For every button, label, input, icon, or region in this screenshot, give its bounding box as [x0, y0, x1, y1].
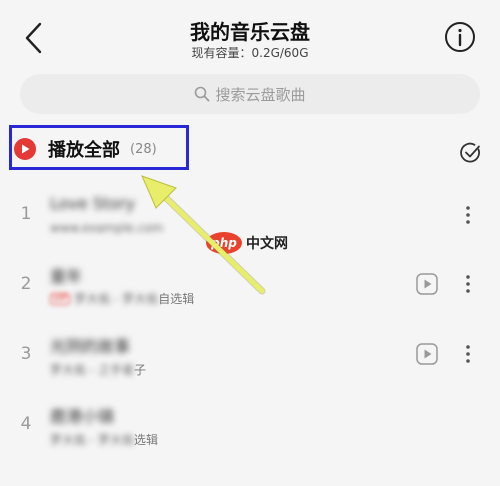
more-options-button[interactable] — [461, 342, 475, 366]
page-title: 我的音乐云盘 — [190, 20, 310, 44]
song-title[interactable]: 鹿港小镇 — [50, 403, 114, 427]
watermark: php 中文网 — [206, 232, 288, 254]
more-options-button[interactable] — [461, 272, 475, 296]
song-subtitle: 罗大佑 - 之乎者 子 — [50, 363, 146, 377]
check-circle-icon — [460, 142, 480, 163]
php-logo: php — [206, 232, 242, 254]
mv-play-icon — [416, 273, 438, 295]
vip-tag: VIP — [50, 292, 71, 305]
song-subtitle: 罗大佑 - 罗大佑 选辑 — [50, 433, 158, 447]
search-icon — [195, 86, 210, 102]
info-icon — [445, 22, 475, 52]
more-vertical-icon — [466, 206, 470, 224]
more-vertical-icon — [466, 275, 470, 293]
capacity-text: 现有容量：0.2G/60G — [191, 46, 309, 60]
watermark-text: 中文网 — [246, 236, 288, 252]
song-title[interactable]: 光阴的故事 — [50, 333, 130, 357]
search-placeholder: 搜索云盘歌曲 — [215, 85, 306, 104]
more-options-button[interactable] — [461, 203, 475, 227]
song-subtitle: www.example.com — [50, 221, 164, 235]
multi-select-button[interactable] — [459, 141, 483, 165]
song-number: 4 — [20, 414, 32, 434]
song-title[interactable]: 童年 — [50, 263, 82, 287]
song-subtitle: VIP 罗大佑 - 罗大佑 自选辑 — [50, 290, 194, 307]
highlight-box — [9, 125, 189, 170]
song-number: 1 — [20, 204, 32, 224]
song-title[interactable]: Love Story — [50, 194, 135, 213]
song-number: 3 — [20, 344, 32, 364]
song-number: 2 — [20, 274, 32, 294]
mv-play-icon — [416, 343, 438, 365]
mv-button[interactable] — [416, 273, 438, 295]
search-input[interactable]: 搜索云盘歌曲 — [20, 74, 480, 114]
mv-button[interactable] — [416, 343, 438, 365]
more-vertical-icon — [466, 345, 470, 363]
info-button[interactable] — [443, 20, 477, 54]
